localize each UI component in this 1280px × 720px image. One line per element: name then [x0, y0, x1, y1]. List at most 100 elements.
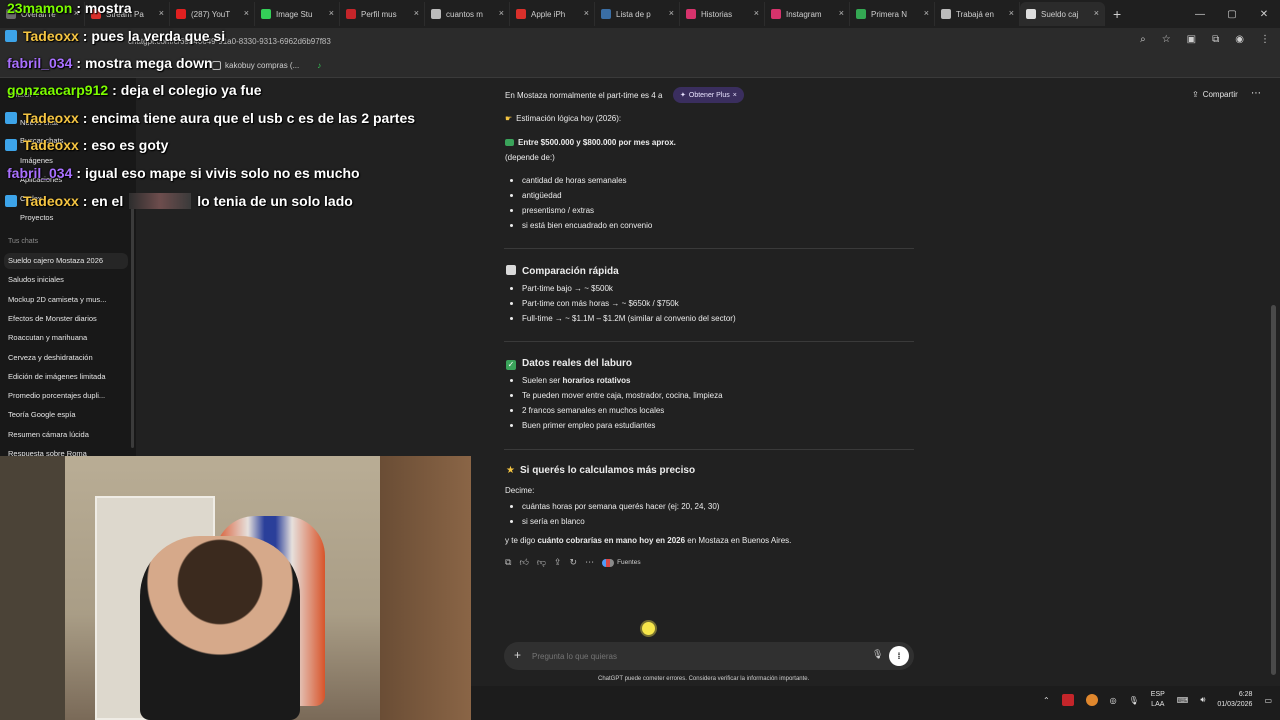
tab-close-icon[interactable]: ×	[244, 8, 249, 18]
music-icon[interactable]: ♪	[317, 61, 321, 70]
sources-button[interactable]: Fuentes	[602, 558, 641, 567]
microphone-icon[interactable]: 🎙︎	[1129, 696, 1139, 705]
chat-history-item[interactable]: Mockup 2D camiseta y mus...	[8, 295, 106, 304]
copy-icon[interactable]: ⧉	[505, 557, 511, 568]
chat-history-item[interactable]: Teoría Google espía	[8, 410, 76, 419]
sidebar-nav-item[interactable]: Imágenes	[20, 156, 53, 165]
get-plus-button[interactable]: ✦ Obtener Plus ×	[673, 87, 744, 103]
tab-close-icon[interactable]: ×	[669, 8, 674, 18]
tab-title: Trabajá en	[956, 9, 994, 19]
stream-chat-message: Tadeoxx: encima tiene aura que el usb c …	[5, 110, 415, 126]
message-actions: ⧉ 👍︎ 👎︎ ⇪ ↻ ⋯ Fuentes	[505, 557, 641, 568]
tab-close-icon[interactable]: ×	[1094, 8, 1099, 18]
thumbs-up-icon[interactable]: 👍︎	[519, 557, 528, 568]
mouse-cursor-highlight	[642, 622, 655, 635]
chat-history-item[interactable]: Efectos de Monster diarios	[8, 314, 97, 323]
chat-history-item[interactable]: Promedio porcentajes dupli...	[8, 391, 105, 400]
bookmark-kakobuy[interactable]: kakobuy compras (... ♪	[212, 61, 321, 70]
facts-heading: ✓ Datos reales del laburo	[506, 358, 633, 370]
chat-message-text: lo tenia de un solo lado	[197, 193, 353, 209]
tab-close-icon[interactable]: ×	[329, 8, 334, 18]
more-icon[interactable]: ⋯	[585, 557, 594, 568]
tray-app-icon[interactable]: ◎	[1110, 696, 1117, 705]
chat-history-item[interactable]: Edición de imágenes limitada	[8, 372, 106, 381]
chat-username: 23mamon	[7, 0, 73, 16]
voice-mode-button[interactable]: ⁞	[889, 646, 909, 666]
extensions-icon[interactable]: ⧉	[1212, 34, 1219, 45]
chat-username: fabril_034	[7, 55, 73, 71]
share-button[interactable]: ⇪ Compartir	[1192, 90, 1238, 99]
prompt-input[interactable]	[532, 648, 852, 664]
new-tab-icon[interactable]: +	[1113, 6, 1121, 22]
chat-history-item[interactable]: Cerveza y deshidratación	[8, 353, 93, 362]
browser-tab[interactable]: Historias ×	[680, 2, 765, 26]
sidebar-nav-item[interactable]: Proyectos	[20, 213, 53, 222]
chat-history-item[interactable]: Sueldo cajero Mostaza 2026	[8, 256, 103, 265]
volume-icon[interactable]: 🔊︎	[1200, 695, 1205, 705]
tab-favicon-icon	[1026, 9, 1036, 19]
minimize-icon[interactable]: —	[1184, 9, 1216, 20]
factor-item: antigüedad	[506, 191, 562, 200]
notifications-icon[interactable]: ▭	[1264, 696, 1272, 705]
tab-close-icon[interactable]: ×	[924, 8, 929, 18]
microphone-icon[interactable]: 🎙︎	[872, 649, 883, 660]
thumbs-down-icon[interactable]: 👎︎	[537, 557, 546, 568]
browser-tab[interactable]: Apple iPh ×	[510, 2, 595, 26]
webcam-door	[380, 456, 471, 720]
chat-scrollbar[interactable]	[1271, 305, 1276, 675]
clock[interactable]: 6:28 01/03/2026	[1217, 690, 1252, 710]
tab-close-icon[interactable]: ×	[159, 8, 164, 18]
chat-history-item[interactable]: Saludos iniciales	[8, 275, 64, 284]
tab-close-icon[interactable]: ×	[1009, 8, 1014, 18]
zoom-icon[interactable]: ⌕	[1140, 34, 1146, 45]
regenerate-icon[interactable]: ↻	[570, 557, 578, 568]
chevron-up-icon[interactable]: ⌃	[1043, 696, 1050, 705]
attach-icon[interactable]: +	[514, 648, 521, 662]
more-options-icon[interactable]: ⋯	[1251, 88, 1261, 99]
stream-chat-message: fabril_034: mostra mega down	[7, 55, 213, 71]
sidebar-scrollbar[interactable]	[131, 198, 134, 448]
section-divider	[504, 449, 914, 450]
browser-tab[interactable]: cuantos m ×	[425, 2, 510, 26]
browser-tab[interactable]: Perfil mus ×	[340, 2, 425, 26]
fact-item: Buen primer empleo para estudiantes	[506, 421, 655, 430]
sources-favicons-icon	[602, 558, 615, 567]
tab-close-icon[interactable]: ×	[754, 8, 759, 18]
browser-tab[interactable]: Primera N ×	[850, 2, 935, 26]
menu-icon[interactable]: ⋮	[1260, 34, 1270, 45]
tray-app-icon[interactable]	[1085, 694, 1098, 706]
chat-message-text: eso es goty	[91, 137, 169, 153]
network-icon[interactable]: ⌨	[1177, 696, 1189, 705]
share-icon[interactable]: ⇪	[554, 557, 562, 568]
language-indicator[interactable]: ESP LAA	[1151, 690, 1165, 710]
chat-username: Tadeoxx	[23, 28, 79, 44]
star-icon[interactable]: ☆	[1162, 34, 1171, 45]
depends-label: (depende de:)	[505, 153, 555, 162]
profile-icon[interactable]: ◉	[1235, 34, 1244, 45]
close-icon[interactable]: ✕	[1248, 9, 1280, 20]
sidebar-toggle-icon[interactable]: ▣	[1187, 34, 1196, 45]
browser-tab[interactable]: Sueldo caj ×	[1020, 2, 1105, 26]
money-icon	[505, 139, 514, 146]
tab-title: Image Stu	[276, 9, 313, 19]
fact-item: Te pueden mover entre caja, mostrador, c…	[506, 391, 723, 400]
tab-close-icon[interactable]: ×	[839, 8, 844, 18]
tab-close-icon[interactable]: ×	[414, 8, 419, 18]
browser-tab[interactable]: (287) YouT ×	[170, 2, 255, 26]
browser-tab[interactable]: Trabajá en ×	[935, 2, 1020, 26]
sparkle-icon: ✦	[680, 92, 686, 99]
chat-history-item[interactable]: Resumen cámara lúcida	[8, 430, 89, 439]
tab-favicon-icon	[601, 9, 611, 19]
tab-close-icon[interactable]: ×	[584, 8, 589, 18]
tray-app-icon[interactable]	[1061, 694, 1074, 706]
tab-favicon-icon	[516, 9, 526, 19]
dismiss-icon[interactable]: ×	[733, 92, 737, 99]
browser-tab[interactable]: Lista de p ×	[595, 2, 680, 26]
browser-tab[interactable]: Instagram ×	[765, 2, 850, 26]
browser-tab[interactable]: Image Stu ×	[255, 2, 340, 26]
chat-history-item[interactable]: Roaccutan y marihuana	[8, 333, 87, 342]
fact-item: Suelen ser horarios rotativos	[506, 376, 630, 385]
stream-chat-message: 23mamon: mostra	[7, 0, 132, 16]
maximize-icon[interactable]: ▢	[1216, 9, 1248, 20]
tab-close-icon[interactable]: ×	[499, 8, 504, 18]
